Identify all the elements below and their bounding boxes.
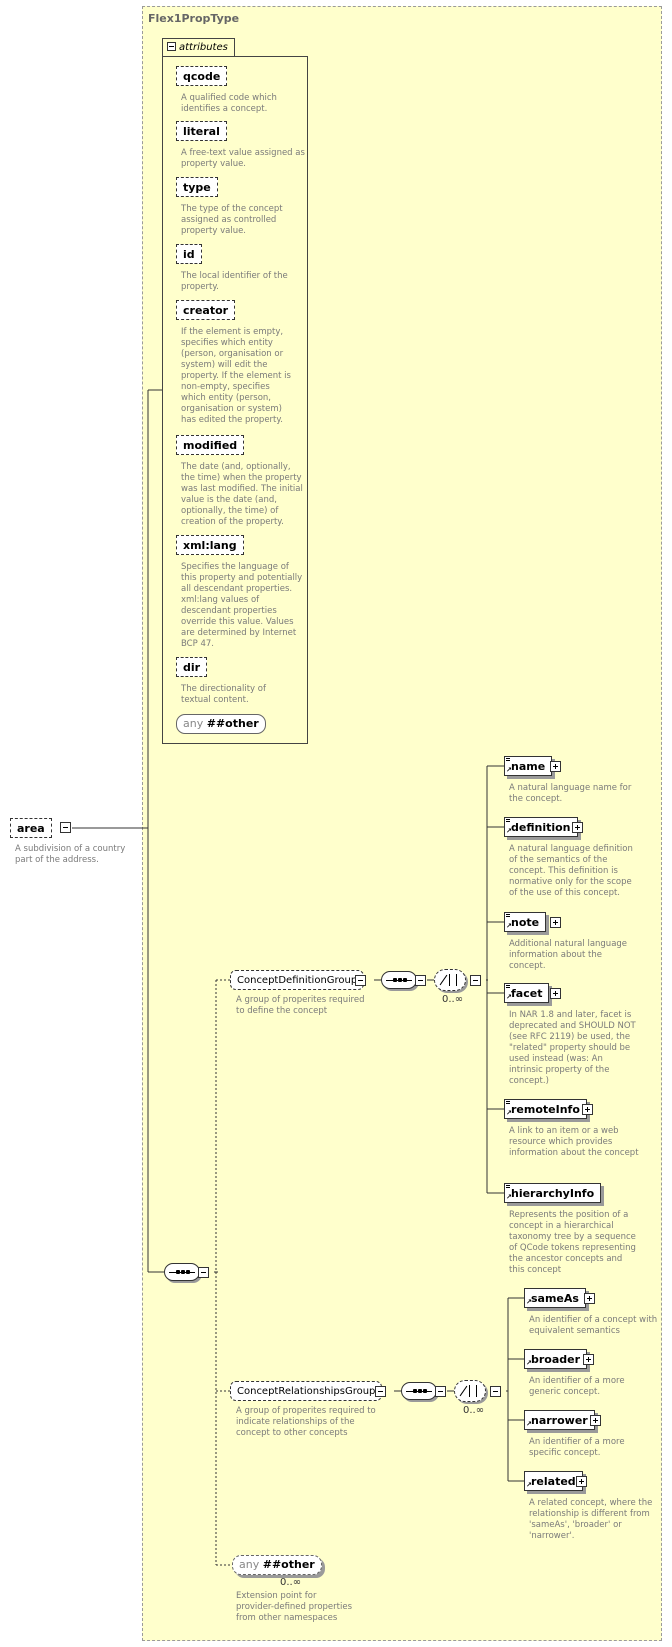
- expand-icon[interactable]: [584, 1293, 595, 1304]
- attribute-label: id: [183, 248, 195, 261]
- element-doc: Represents the position of a concept in …: [509, 1210, 636, 1275]
- group-label: ConceptRelationshipsGroup: [237, 1386, 376, 1397]
- collapse-icon[interactable]: [167, 42, 176, 51]
- element-label: definition: [511, 821, 571, 834]
- occurrence-label: 0..∞: [442, 994, 464, 1005]
- collapse-button[interactable]: [490, 1386, 501, 1397]
- element-sameas[interactable]: ↗ sameAs: [524, 1288, 586, 1308]
- element-doc: An identifier of a more specific concept…: [529, 1437, 625, 1458]
- attribute-xml-lang[interactable]: xml:lang: [176, 535, 244, 555]
- element-label: hierarchyInfo: [511, 1187, 595, 1200]
- any-keyword: any: [239, 1558, 260, 1571]
- attributes-tab[interactable]: attributes: [162, 38, 235, 56]
- sequence-compositor[interactable]: [164, 1263, 200, 1281]
- attribute-dir[interactable]: dir: [176, 657, 208, 677]
- root-element-area[interactable]: area: [10, 818, 52, 838]
- expand-icon[interactable]: [550, 761, 561, 772]
- attribute-doc: The directionality of textual content.: [181, 684, 266, 705]
- element-label: narrower: [531, 1414, 588, 1427]
- expand-icon[interactable]: [590, 1415, 601, 1426]
- occurrence-label: 0..∞: [280, 1577, 302, 1588]
- element-label: name: [511, 760, 546, 773]
- any-keyword: any: [183, 717, 204, 730]
- element-doc: An identifier of a concept with equivale…: [529, 1315, 658, 1336]
- collapse-button[interactable]: [435, 1386, 446, 1397]
- any-attribute[interactable]: any ##other: [176, 714, 266, 734]
- attribute-doc: The local identifier of the property.: [181, 271, 288, 292]
- attribute-label: xml:lang: [183, 539, 237, 552]
- expand-icon[interactable]: [550, 988, 561, 999]
- collapse-button[interactable]: [375, 1386, 386, 1397]
- attribute-label: creator: [183, 304, 229, 317]
- element-label: remoteInfo: [511, 1103, 580, 1116]
- element-definition[interactable]: ↗ definition: [504, 817, 578, 837]
- attribute-doc: Specifies the language of this property …: [181, 562, 303, 649]
- element-doc: A related concept, where the relationshi…: [529, 1498, 653, 1541]
- element-hierarchyinfo[interactable]: ↗ hierarchyInfo: [504, 1183, 602, 1203]
- sequence-compositor[interactable]: [381, 971, 417, 989]
- sequence-compositor[interactable]: [401, 1382, 437, 1400]
- collapse-button[interactable]: [470, 975, 481, 986]
- attribute-doc: A free-text value assigned as property v…: [181, 148, 305, 169]
- attribute-label: dir: [183, 661, 201, 674]
- element-name[interactable]: ↗ name: [504, 756, 553, 776]
- attribute-label: type: [183, 181, 211, 194]
- element-facet[interactable]: ↗ facet: [504, 983, 550, 1003]
- attribute-label: modified: [183, 439, 238, 452]
- attribute-label: qcode: [183, 70, 221, 83]
- element-label: sameAs: [531, 1292, 579, 1305]
- any-element[interactable]: any ##other: [232, 1555, 322, 1575]
- element-broader[interactable]: ↗ broader: [524, 1349, 588, 1369]
- element-label: note: [511, 916, 540, 929]
- element-remoteinfo[interactable]: ↗ remoteInfo: [504, 1099, 587, 1119]
- attribute-literal[interactable]: literal: [176, 121, 227, 141]
- root-doc: A subdivision of a country part of the a…: [15, 844, 126, 865]
- group-doc: A group of properites required to indica…: [236, 1406, 376, 1438]
- concept-definition-group[interactable]: ConceptDefinitionGroup: [230, 970, 365, 990]
- attribute-doc: The type of the concept assigned as cont…: [181, 204, 283, 236]
- root-element-label: area: [17, 822, 45, 835]
- expand-icon[interactable]: [576, 1476, 587, 1487]
- element-label: broader: [531, 1353, 581, 1366]
- attribute-doc: If the element is empty, specifies which…: [181, 327, 291, 425]
- expand-icon[interactable]: [572, 822, 583, 833]
- attribute-creator[interactable]: creator: [176, 300, 236, 320]
- attribute-id[interactable]: id: [176, 244, 202, 264]
- collapse-button[interactable]: [198, 1267, 209, 1278]
- element-doc: Additional natural language information …: [509, 939, 628, 971]
- collapse-button[interactable]: [415, 975, 426, 986]
- choice-compositor[interactable]: [454, 1380, 486, 1402]
- element-narrower[interactable]: ↗ narrower: [524, 1410, 595, 1430]
- element-label: related: [531, 1475, 576, 1488]
- group-doc: A group of properites required to define…: [236, 995, 365, 1016]
- attribute-qcode[interactable]: qcode: [176, 66, 228, 86]
- concept-relationships-group[interactable]: ConceptRelationshipsGroup: [230, 1381, 383, 1401]
- element-doc: An identifier of a more generic concept.: [529, 1376, 625, 1397]
- attribute-modified[interactable]: modified: [176, 435, 245, 455]
- expand-icon[interactable]: [550, 917, 561, 928]
- attribute-type[interactable]: type: [176, 177, 218, 197]
- expand-icon[interactable]: [583, 1354, 594, 1365]
- attribute-label: literal: [183, 125, 220, 138]
- element-doc: A natural language definition of the sem…: [509, 844, 633, 898]
- collapse-button[interactable]: [355, 975, 366, 986]
- any-namespace: ##other: [206, 717, 259, 730]
- collapse-button[interactable]: [60, 822, 71, 833]
- element-doc: A natural language name for the concept.: [509, 783, 632, 804]
- group-label: ConceptDefinitionGroup: [237, 975, 358, 986]
- element-related[interactable]: ↗ related: [524, 1471, 583, 1491]
- element-label: facet: [511, 987, 543, 1000]
- element-note[interactable]: ↗ note: [504, 912, 547, 932]
- attributes-tab-label: attributes: [179, 42, 228, 53]
- element-doc: In NAR 1.8 and later, facet is deprecate…: [509, 1010, 636, 1086]
- attribute-doc: A qualified code which identifies a conc…: [181, 93, 277, 114]
- expand-icon[interactable]: [582, 1104, 593, 1115]
- choice-compositor[interactable]: [434, 969, 466, 991]
- attribute-doc: The date (and, optionally, the time) whe…: [181, 462, 303, 527]
- element-doc: A link to an item or a web resource whic…: [509, 1126, 639, 1158]
- extension-doc: Extension point for provider-defined pro…: [236, 1591, 353, 1623]
- any-namespace: ##other: [262, 1558, 315, 1571]
- occurrence-label: 0..∞: [463, 1405, 485, 1416]
